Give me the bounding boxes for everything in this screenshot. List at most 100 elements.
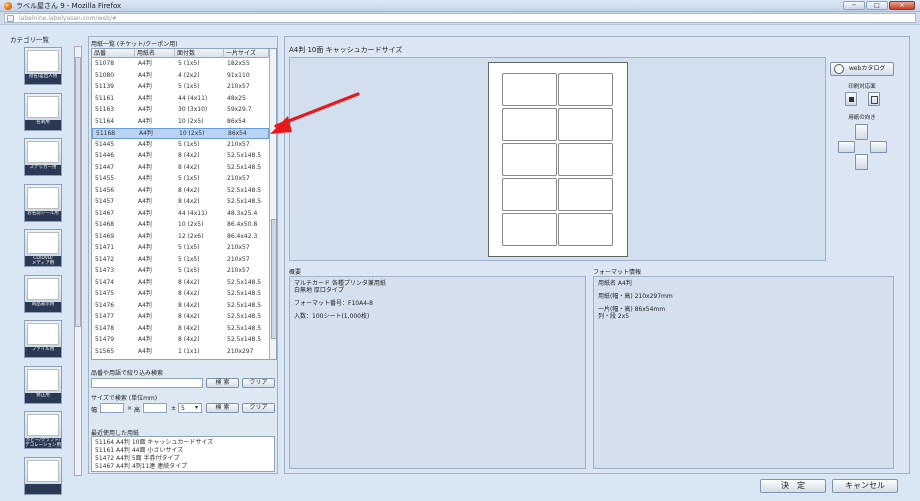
site-identity-icon[interactable] bbox=[7, 15, 14, 22]
column-header-count[interactable]: 面付数 bbox=[175, 49, 224, 58]
height-label: 高 bbox=[134, 407, 141, 414]
category-item[interactable]: 名刺用 bbox=[24, 92, 62, 131]
orientation-down-button[interactable] bbox=[855, 154, 868, 170]
table-row[interactable]: 51457 A4判 8 (4x2) 52.5x148.5 bbox=[92, 197, 269, 208]
table-row[interactable]: 51475 A4判 8 (4x2) 52.5x148.5 bbox=[92, 289, 269, 300]
tolerance-value: 5 bbox=[181, 405, 185, 412]
table-row[interactable]: 51472 A4判 5 (1x5) 210x57 bbox=[92, 255, 269, 266]
table-cell: 51473 bbox=[95, 267, 115, 274]
table-cell: A4判 bbox=[138, 186, 152, 194]
category-item[interactable] bbox=[24, 456, 62, 495]
table-cell: A4判 bbox=[138, 290, 152, 297]
orientation-right-button[interactable] bbox=[870, 141, 887, 153]
table-cell: 52.5x148.5 bbox=[227, 324, 262, 332]
label-card bbox=[502, 73, 557, 106]
table-row[interactable]: 51469 A4判 12 (2x6) 86.4x42.3 bbox=[92, 232, 269, 243]
category-item[interactable]: 商品表示用 bbox=[24, 274, 62, 313]
table-cell: 1 (1x1) bbox=[178, 347, 200, 355]
table-row[interactable]: 51477 A4判 8 (4x2) 52.5x148.5 bbox=[92, 312, 269, 323]
table-cell: A4判 bbox=[138, 175, 152, 182]
keyword-search-input[interactable] bbox=[91, 378, 203, 388]
table-row[interactable]: 51565 A4判 1 (1x1) 210x297 bbox=[92, 347, 269, 358]
keyword-search-button[interactable]: 検 索 bbox=[206, 378, 239, 388]
table-cell: 52.5x148.5 bbox=[227, 152, 262, 159]
close-button[interactable]: ✕ bbox=[889, 1, 915, 10]
table-row[interactable]: 51471 A4判 5 (1x5) 210x57 bbox=[92, 243, 269, 254]
minimize-button[interactable]: ─ bbox=[843, 1, 865, 10]
table-cell: 8 (4x2) bbox=[178, 278, 200, 286]
table-row[interactable]: 51078 A4判 5 (1x5) 182x55 bbox=[92, 59, 269, 70]
recent-papers-list[interactable]: 51164 A4判 10面 キャッシュカードサイズ 51161 A4判 44面 小… bbox=[91, 436, 275, 472]
category-item[interactable]: CD/DVD/メディア用 bbox=[24, 229, 62, 267]
table-cell: 52.5x148.5 bbox=[227, 313, 262, 320]
table-row[interactable]: 51467 A4判 44 (4x11) 48.3x25.4 bbox=[92, 209, 269, 220]
column-header-size[interactable]: 一片サイズ bbox=[224, 49, 269, 58]
label-card bbox=[502, 108, 557, 141]
table-row[interactable]: 51456 A4判 8 (4x2) 52.5x148.5 bbox=[92, 186, 269, 197]
size-search-button[interactable]: 検 索 bbox=[206, 403, 239, 413]
table-row[interactable]: 51478 A4判 8 (4x2) 52.5x148.5 bbox=[92, 324, 269, 335]
category-item[interactable]: ファイル用 bbox=[24, 320, 62, 358]
table-row[interactable]: 51447 A4判 8 (4x2) 52.5x148.5 bbox=[92, 163, 269, 174]
category-scroll-thumb[interactable] bbox=[75, 57, 81, 327]
width-label: 幅 bbox=[91, 407, 98, 414]
window-title: ラベル屋さん 9 - Mozilla Firefox bbox=[16, 2, 122, 10]
category-item[interactable]: ステッカー用 bbox=[24, 138, 62, 176]
table-cell: A4判 bbox=[138, 152, 152, 159]
paper-orientation-label: 用紙の向き bbox=[848, 115, 876, 121]
table-cell: 52.5x148.5 bbox=[227, 301, 262, 309]
table-row[interactable]: 51468 A4判 10 (2x5) 86.4x50.8 bbox=[92, 220, 269, 231]
cancel-button[interactable]: キャンセル bbox=[832, 479, 898, 493]
web-catalog-button[interactable]: webカタログ bbox=[830, 62, 894, 76]
recent-paper-item[interactable]: 51164 A4判 10面 キャッシュカードサイズ bbox=[95, 439, 213, 447]
table-row[interactable]: 51473 A4判 5 (1x5) 210x57 bbox=[92, 266, 269, 277]
orientation-up-button[interactable] bbox=[855, 124, 868, 140]
category-item[interactable]: 宛名/差出人用 bbox=[24, 47, 62, 85]
maximize-button[interactable]: □ bbox=[866, 1, 888, 10]
table-cell: A4判 bbox=[138, 301, 152, 309]
table-cell: A4判 bbox=[138, 71, 152, 79]
paper-table-scroll-thumb[interactable] bbox=[271, 219, 276, 339]
category-thumbnail bbox=[27, 459, 59, 482]
table-row[interactable]: 51474 A4判 8 (4x2) 52.5x148.5 bbox=[92, 278, 269, 289]
table-row[interactable]: 51479 A4判 8 (4x2) 52.5x148.5 bbox=[92, 335, 269, 346]
table-row[interactable]: 51455 A4判 5 (1x5) 210x57 bbox=[92, 174, 269, 185]
table-cell: 52.5x148.5 bbox=[227, 186, 262, 194]
category-scrollbar[interactable] bbox=[74, 46, 82, 476]
recent-paper-item[interactable]: 51467 A4判 4列11連 連続タイプ bbox=[95, 463, 187, 471]
table-cell: A4判 bbox=[138, 336, 152, 343]
recent-paper-item[interactable]: 51161 A4判 44面 小さいサイズ bbox=[95, 447, 183, 455]
orientation-left-button[interactable] bbox=[838, 141, 855, 153]
summary-line: フォーマット番号：F10A4-8 bbox=[294, 299, 373, 307]
table-cell: 51469 bbox=[95, 232, 115, 240]
print-side-back-button[interactable] bbox=[868, 92, 880, 106]
height-input[interactable] bbox=[143, 403, 167, 413]
keyword-clear-button[interactable]: クリア bbox=[242, 378, 275, 388]
category-label bbox=[25, 483, 61, 494]
label-card bbox=[558, 213, 613, 246]
recent-paper-item[interactable]: 51472 A4判 5面 半券付タイプ bbox=[95, 455, 180, 463]
table-row[interactable]: 51446 A4判 8 (4x2) 52.5x148.5 bbox=[92, 151, 269, 162]
web-catalog-label: webカタログ bbox=[849, 65, 886, 72]
category-label: ホビー/クラフト/デコレーション用 bbox=[25, 438, 61, 448]
category-item[interactable]: ホビー/クラフト/デコレーション用 bbox=[24, 411, 62, 449]
confirm-button[interactable]: 決 定 bbox=[760, 479, 826, 493]
format-info-title: フォーマット情報 bbox=[593, 269, 642, 276]
category-thumbnail bbox=[27, 141, 59, 163]
table-cell: 51445 bbox=[95, 140, 115, 148]
print-side-front-button[interactable] bbox=[845, 92, 857, 106]
table-row[interactable]: 51476 A4判 8 (4x2) 52.5x148.5 bbox=[92, 301, 269, 312]
table-cell: A4判 bbox=[138, 106, 152, 113]
column-header-number[interactable]: 品番 bbox=[92, 49, 135, 58]
category-item[interactable]: 修正用 bbox=[24, 365, 62, 404]
table-cell: A4判 bbox=[139, 130, 153, 137]
category-item[interactable]: お名前シール用 bbox=[24, 183, 62, 222]
category-label: 宛名/差出人用 bbox=[25, 74, 61, 84]
size-clear-button[interactable]: クリア bbox=[242, 403, 275, 413]
url-bar[interactable]: labelnine.labelyasan.com/web/# bbox=[4, 13, 916, 23]
width-input[interactable] bbox=[100, 403, 124, 413]
table-cell: 8 (4x2) bbox=[178, 324, 200, 332]
column-header-name[interactable]: 用紙名 bbox=[135, 49, 175, 58]
tolerance-select[interactable]: 5 ▾ bbox=[178, 403, 202, 413]
table-row[interactable]: 51080 A4判 4 (2x2) 91x110 bbox=[92, 71, 269, 82]
